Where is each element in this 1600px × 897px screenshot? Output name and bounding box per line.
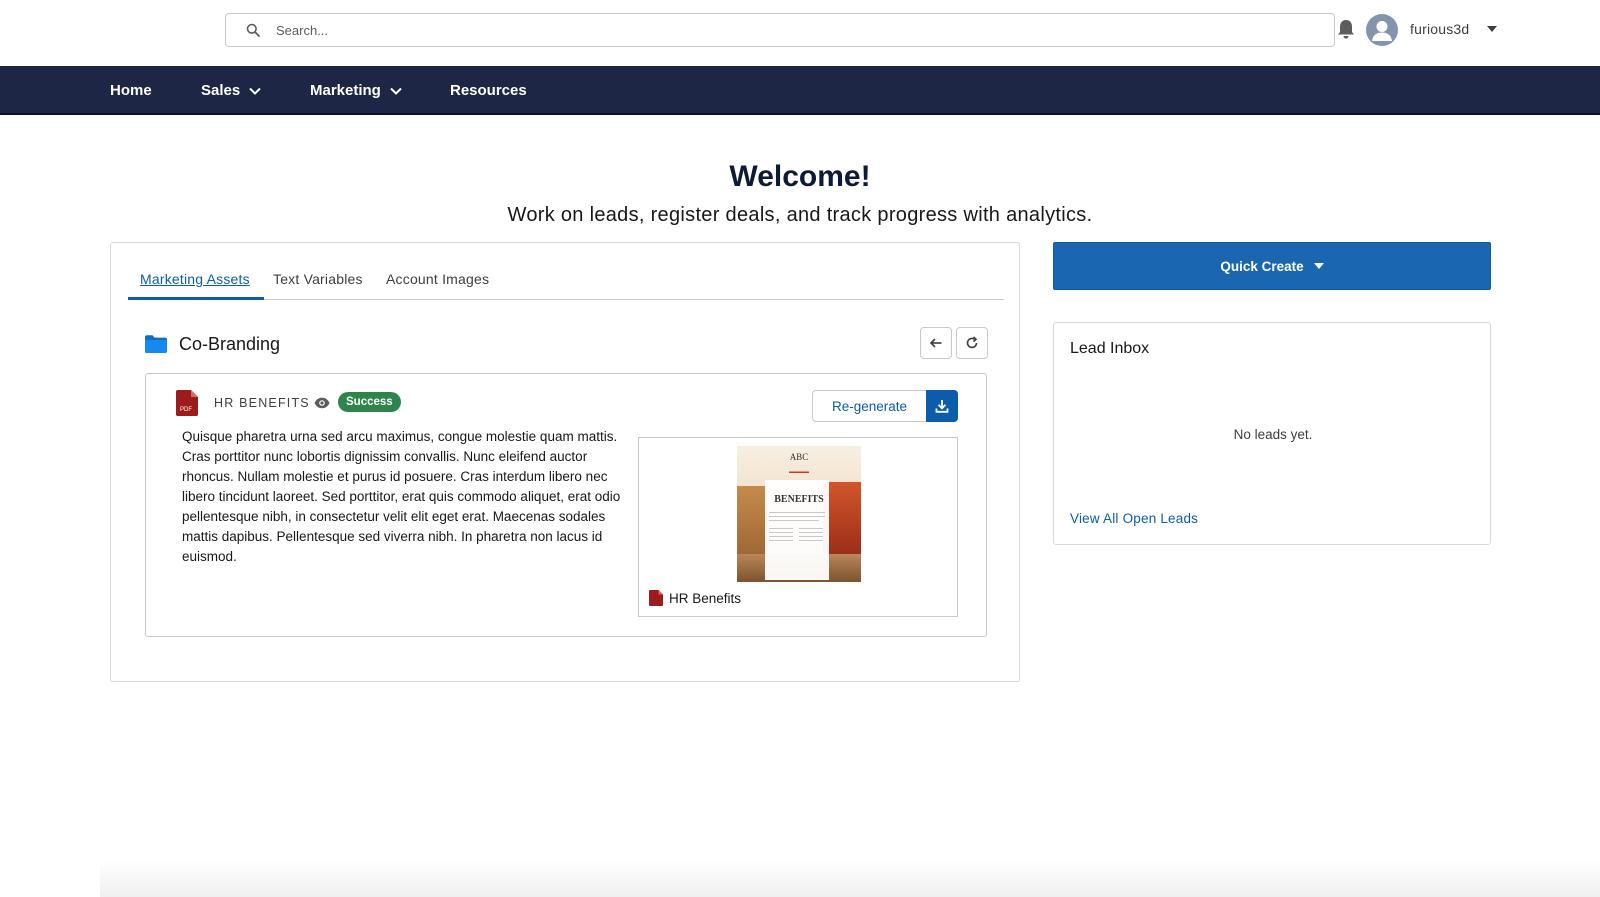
search-icon (246, 23, 260, 37)
marketing-assets-panel: Marketing Assets Text Variables Account … (110, 242, 1020, 682)
thumbnail-text-line (769, 512, 825, 513)
search-input[interactable] (276, 14, 1316, 46)
user-avatar[interactable] (1366, 14, 1398, 46)
page-bottom-shadow (100, 860, 1600, 897)
user-menu-caret-icon[interactable] (1487, 26, 1497, 32)
view-all-open-leads-link[interactable]: View All Open Leads (1070, 511, 1198, 526)
folder-header: Co-Branding (145, 331, 280, 357)
quick-create-label: Quick Create (1220, 258, 1304, 274)
back-button[interactable] (920, 327, 952, 359)
status-badge: Success (338, 392, 401, 412)
welcome-title: Welcome! (729, 160, 871, 193)
thumbnail-text-line (769, 520, 819, 521)
nav-item-sales[interactable]: Sales (201, 66, 262, 115)
quick-create-button[interactable]: Quick Create (1053, 242, 1491, 290)
nav-item-resources[interactable]: Resources (450, 66, 527, 115)
thumbnail-text-line (769, 536, 793, 537)
tab-account-images[interactable]: Account Images (386, 271, 489, 287)
thumbnail-text-line (799, 528, 823, 529)
eye-icon[interactable] (314, 397, 330, 409)
pdf-file-icon: PDF (176, 390, 198, 416)
preview-file-label: HR Benefits (649, 590, 741, 606)
asset-title: HR BENEFITS (214, 396, 310, 410)
arrow-left-icon (929, 338, 942, 348)
nav-item-label: Resources (450, 82, 527, 99)
nav-item-home[interactable]: Home (110, 66, 152, 115)
chevron-down-icon (249, 87, 261, 95)
regenerate-button[interactable]: Re-generate (812, 390, 926, 422)
asset-preview[interactable]: ABC ▬▬▬▬ BENEFITS HR Benefits (638, 437, 958, 617)
top-header: furious3d (0, 0, 1600, 65)
nav-item-label: Home (110, 82, 152, 99)
thumbnail-text-line (769, 540, 793, 541)
tab-marketing-assets[interactable]: Marketing Assets (140, 271, 250, 287)
thumbnail-text-line (799, 532, 823, 533)
thumbnail-text-line (799, 540, 823, 541)
lead-inbox-card: Lead Inbox No leads yet. View All Open L… (1053, 322, 1491, 545)
folder-name: Co-Branding (179, 333, 281, 354)
user-icon (1372, 21, 1392, 41)
svg-text:PDF: PDF (180, 407, 192, 413)
lead-inbox-title: Lead Inbox (1070, 340, 1150, 357)
asset-thumbnail[interactable]: ABC ▬▬▬▬ BENEFITS (737, 446, 861, 582)
main-navigation: Home Sales Marketing Resources (0, 66, 1600, 115)
pdf-file-icon (649, 590, 663, 606)
tab-text-variables[interactable]: Text Variables (273, 271, 363, 287)
preview-file-name: HR Benefits (669, 590, 742, 606)
download-icon (935, 400, 949, 413)
thumbnail-text-line (799, 536, 823, 537)
welcome-subtitle: Work on leads, register deals, and track… (507, 204, 1093, 226)
asset-tabs: Marketing Assets Text Variables Account … (128, 243, 1004, 300)
thumbnail-subtitle: ▬▬▬▬ (789, 469, 809, 475)
thumbnail-logo: ABC (789, 452, 809, 462)
active-tab-indicator (128, 297, 264, 300)
asset-description: Quisque pharetra urna sed arcu maximus, … (182, 429, 621, 564)
refresh-icon (966, 336, 978, 349)
nav-item-label: Marketing (310, 82, 381, 99)
thumbnail-text-line (769, 528, 793, 529)
user-name[interactable]: furious3d (1410, 21, 1469, 37)
chevron-down-icon (390, 87, 402, 95)
thumbnail-title: BENEFITS (774, 494, 824, 505)
notification-bell-icon[interactable] (1336, 18, 1356, 40)
refresh-button[interactable] (956, 327, 988, 359)
nav-item-label: Sales (201, 82, 241, 99)
lead-inbox-empty-text: No leads yet. (1233, 427, 1313, 442)
asset-card: PDF HR BENEFITS Success Re-generate Quis… (145, 373, 987, 637)
nav-item-marketing[interactable]: Marketing (310, 66, 403, 115)
download-button[interactable] (926, 390, 958, 422)
thumbnail-text-line (769, 516, 825, 517)
thumbnail-text-line (769, 532, 793, 533)
folder-icon (145, 335, 167, 353)
global-search[interactable] (225, 13, 1335, 47)
caret-down-icon (1313, 263, 1324, 269)
